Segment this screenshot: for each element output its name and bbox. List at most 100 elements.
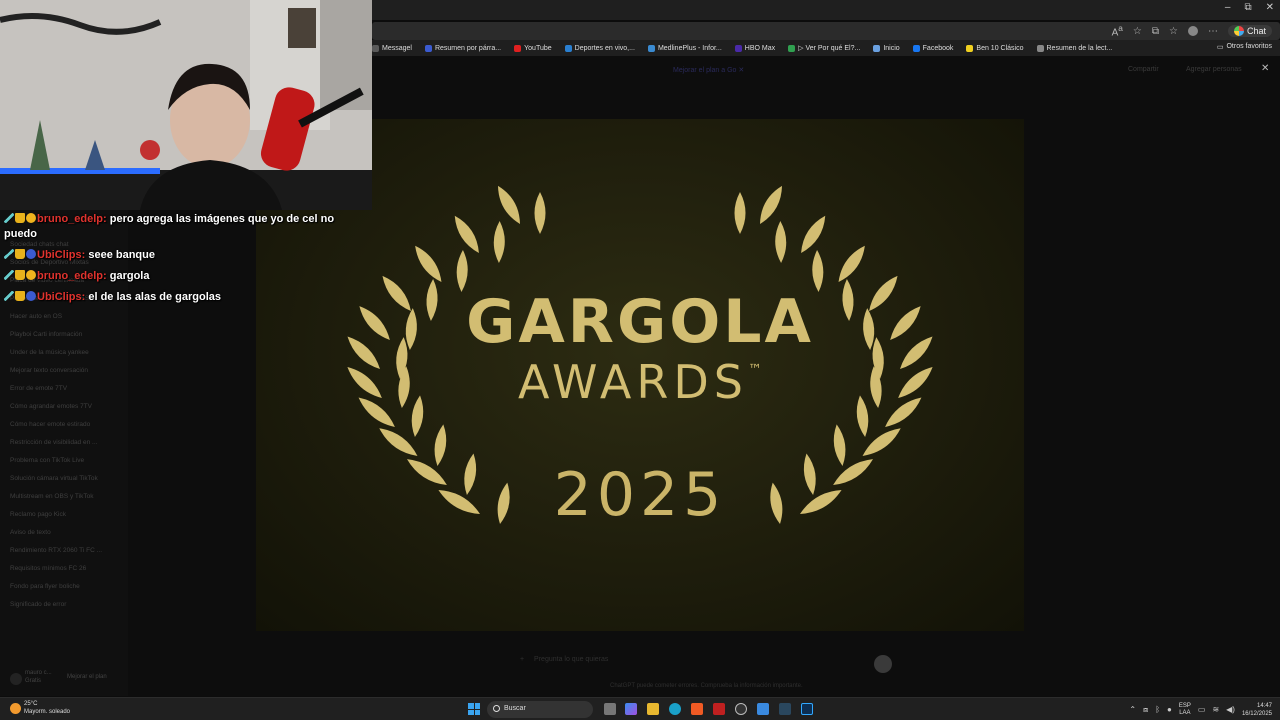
stream-chat-overlay: bruno_edelp: pero agrega las imágenes qu…: [4, 212, 344, 311]
sidebar-conversation-item[interactable]: Restricción de visibilidad en ...: [10, 439, 97, 446]
sidebar-conversation-item[interactable]: Solución cámara virtual TikTok: [10, 475, 98, 482]
address-bar[interactable]: Aa ☆ ⧉ ☆ ⋯ Chat: [372, 22, 1280, 40]
chat-username[interactable]: bruno_edelp:: [37, 270, 107, 282]
laurel-leaf: [775, 221, 787, 263]
copilot-app-icon[interactable]: [625, 703, 637, 715]
bookmark-favicon-icon: [372, 44, 379, 52]
bookmark-favicon-icon: [424, 44, 432, 52]
sidebar-conversation-item[interactable]: Playboi Carti información: [10, 331, 82, 338]
taskbar-search[interactable]: Buscar: [487, 701, 593, 718]
sidebar-conversation-item[interactable]: Cómo agrandar emotes 7TV: [10, 403, 92, 410]
obs-studio-icon[interactable]: [735, 703, 747, 715]
add-people-button[interactable]: Agregar personas: [1186, 66, 1242, 73]
sidebar-conversation-item[interactable]: Aviso de texto: [10, 529, 51, 536]
photos-app-icon[interactable]: [757, 703, 769, 715]
folder-icon: ▭: [1216, 44, 1224, 51]
brave-browser-icon[interactable]: [691, 703, 703, 715]
favorites-icon[interactable]: ☆: [1169, 26, 1178, 37]
laurel-leaf: [534, 192, 546, 234]
maximize-button[interactable]: ⧉: [1244, 2, 1251, 13]
laurel-leaf: [833, 424, 846, 466]
bookmark-item[interactable]: MedlinePlus - Infor...: [647, 44, 722, 52]
profile-avatar[interactable]: [1187, 26, 1198, 36]
bookmark-favicon-icon: [912, 44, 920, 52]
favorite-star-icon[interactable]: ☆: [1133, 26, 1142, 37]
chat-message: UbiClips: el de las alas de gargolas: [4, 290, 344, 305]
bookmark-item[interactable]: Resumen por párra...: [424, 44, 502, 52]
sidebar-conversation-item[interactable]: Fondo para flyer boliche: [10, 583, 80, 590]
bookmark-label: Facebook: [922, 44, 954, 52]
read-aloud-icon[interactable]: Aa: [1112, 23, 1123, 38]
bookmark-label: Resumen de la lect...: [1046, 44, 1113, 52]
sidebar-conversation-item[interactable]: Requisitos mínimos FC 26: [10, 565, 86, 572]
chat-username[interactable]: UbiClips:: [37, 291, 85, 303]
network-icon[interactable]: ⧈: [1143, 705, 1148, 715]
other-favorites[interactable]: ▭ Otros favoritos: [1217, 43, 1272, 51]
monitor-icon[interactable]: ▭: [1198, 705, 1206, 714]
copilot-chat-button[interactable]: Chat: [1227, 25, 1272, 37]
show-hidden-icons-icon[interactable]: ⌃: [1129, 705, 1136, 714]
bookmark-item[interactable]: Deportes en vivo,...: [564, 44, 635, 52]
mercadolibre-app-icon[interactable]: [713, 703, 725, 715]
task-view-icon[interactable]: [604, 703, 616, 715]
wifi-icon[interactable]: ≋: [1212, 705, 1219, 714]
sidebar-conversation-item[interactable]: Cómo hacer emote estirado: [10, 421, 90, 428]
sidebar-conversation-item[interactable]: Significado de error: [10, 601, 66, 608]
sidebar-footer[interactable]: mauro c... Gratis Mejorar el plan: [6, 668, 126, 690]
footer-user-plan: Gratis: [25, 678, 42, 684]
bookmark-item[interactable]: Messagel: [372, 44, 412, 52]
sidebar-conversation-item[interactable]: Multistream en OBS y TikTok: [10, 493, 93, 500]
chat-username[interactable]: UbiClips:: [37, 249, 85, 261]
photoshop-icon[interactable]: [801, 703, 813, 715]
edge-browser-icon[interactable]: [669, 703, 681, 715]
steam-app-icon[interactable]: [779, 703, 791, 715]
crown-badge-icon: [15, 270, 25, 280]
sidebar-conversation-item[interactable]: Under de la música yankee: [10, 349, 89, 356]
minimize-button[interactable]: –: [1225, 2, 1231, 13]
bookmarks-bar: Messagel Resumen por párra... YouTube Depor…: [372, 40, 1280, 56]
search-label: Buscar: [504, 705, 526, 712]
sidebar-conversation-item[interactable]: Reclamo pago Kick: [10, 511, 66, 518]
laurel-leaf: [498, 185, 520, 224]
bookmark-label: Messagel: [382, 44, 412, 52]
file-explorer-icon[interactable]: [647, 703, 659, 715]
bookmark-label: ▷ Ver Por qué El?...: [798, 45, 861, 52]
close-window-button[interactable]: ✕: [1266, 2, 1274, 13]
award-title: GARGOLA: [466, 287, 814, 357]
volume-icon[interactable]: ◀): [1226, 705, 1235, 714]
upgrade-plan-button[interactable]: Mejorar el plan: [67, 674, 107, 680]
more-menu-icon[interactable]: ⋯: [1208, 26, 1218, 37]
bookmark-item[interactable]: HBO Max: [734, 44, 776, 52]
bookmark-label: HBO Max: [744, 44, 776, 52]
bookmark-item[interactable]: ▷ Ver Por qué El?...: [788, 44, 860, 52]
input-language[interactable]: ESP LAA: [1179, 703, 1191, 717]
voice-send-button[interactable]: [874, 655, 892, 673]
sidebar-conversation-item[interactable]: Error de emote 7TV: [10, 385, 67, 392]
bookmark-item[interactable]: Resumen de la lect...: [1036, 44, 1113, 52]
blue-badge-icon: [26, 291, 36, 301]
sidebar-conversation-item[interactable]: Mejorar texto conversación: [10, 367, 88, 374]
sidebar-conversation-item[interactable]: Rendimiento RTX 2060 Ti FC ...: [10, 547, 102, 554]
sword-badge-icon: [4, 213, 14, 223]
sidebar-conversation-item[interactable]: Problema con TikTok Live: [10, 457, 84, 464]
upgrade-plan-banner[interactable]: Mejorar el plan a Go ✕: [673, 66, 744, 74]
start-button[interactable]: [468, 703, 480, 715]
bookmark-item[interactable]: Facebook: [912, 44, 954, 52]
close-panel-icon[interactable]: ✕: [1261, 63, 1269, 74]
sidebar-conversation-item[interactable]: Hacer auto en OS: [10, 313, 62, 320]
extensions-icon[interactable]: ⧉: [1152, 26, 1159, 37]
microphone-icon[interactable]: ●: [1167, 705, 1172, 714]
bookmark-label: Resumen por párra...: [434, 44, 502, 52]
bookmark-item[interactable]: Inicio: [873, 44, 900, 52]
bookmark-item[interactable]: YouTube: [514, 44, 552, 52]
clock[interactable]: 14:47 16/12/2025: [1242, 702, 1272, 718]
share-button[interactable]: Compartir: [1128, 66, 1159, 73]
attach-icon[interactable]: +: [520, 656, 524, 663]
chat-username[interactable]: bruno_edelp:: [37, 213, 107, 225]
blue-badge-icon: [26, 249, 36, 259]
search-icon: [493, 705, 500, 712]
composer-input[interactable]: + Pregunta lo que quieras: [520, 656, 900, 672]
bookmark-item[interactable]: Ben 10 Clásico: [966, 44, 1024, 52]
weather-widget[interactable]: 25°C Mayorm. soleado: [10, 700, 70, 716]
bluetooth-icon[interactable]: ᛒ: [1155, 705, 1160, 714]
